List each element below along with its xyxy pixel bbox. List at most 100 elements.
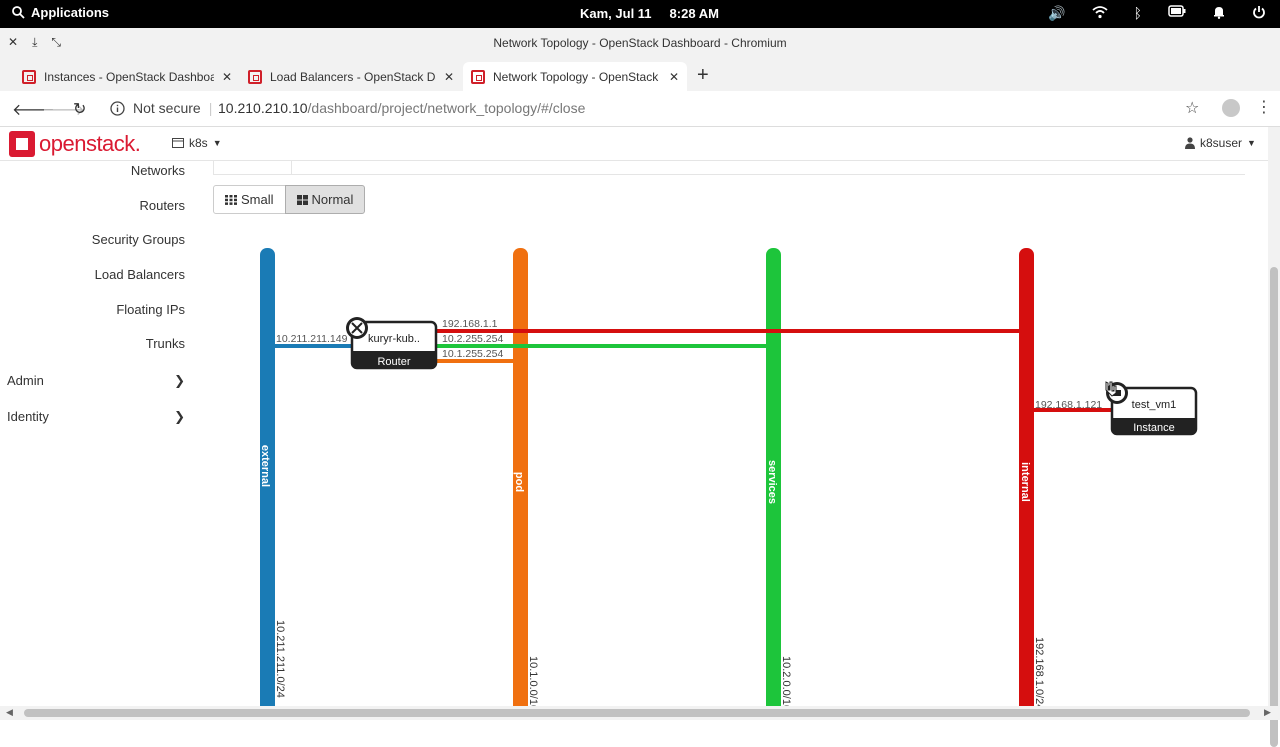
menu-dots-icon[interactable]: ⋮ bbox=[1256, 97, 1272, 117]
sidebar-group-label: Identity bbox=[7, 409, 49, 424]
router-icon bbox=[346, 317, 368, 339]
battery-icon[interactable] bbox=[1168, 5, 1186, 17]
caret-down-icon: ▼ bbox=[1247, 138, 1256, 148]
network-cidr-label: 10.211.211.0/24 bbox=[274, 620, 286, 698]
url-host: 10.210.210.10 bbox=[218, 100, 308, 116]
clock-time: 8:28 AM bbox=[669, 6, 719, 21]
port-ip-label: 10.211.211.149 bbox=[276, 333, 348, 345]
window-title-bar: ✕ ⤓ ⤡ Network Topology - OpenStack Dashb… bbox=[0, 28, 1280, 58]
clock-date: Kam, Jul 11 bbox=[580, 6, 652, 21]
info-icon bbox=[110, 100, 125, 116]
openstack-logo[interactable]: openstack. bbox=[9, 131, 141, 157]
network-internal[interactable]: internal 192.168.1.0/24 bbox=[1019, 248, 1045, 706]
search-icon bbox=[12, 6, 25, 19]
router-name: kuryr-kub.. bbox=[368, 333, 420, 345]
power-icon[interactable] bbox=[1252, 5, 1266, 19]
system-tray: 🔊 ᛒ bbox=[1048, 5, 1266, 22]
clock[interactable]: Kam, Jul 11 8:28 AM bbox=[580, 6, 719, 21]
sidebar-item-routers[interactable]: Routers bbox=[139, 198, 185, 213]
project-selector[interactable]: k8s ▼ bbox=[172, 136, 222, 150]
network-name-label: external bbox=[259, 445, 271, 487]
instance-name: test_vm1 bbox=[1132, 399, 1177, 411]
scroll-left-icon[interactable]: ◀ bbox=[6, 707, 13, 718]
openstack-header: openstack. k8s ▼ k8suser ▼ bbox=[0, 127, 1268, 161]
not-secure-label: Not secure bbox=[133, 100, 201, 116]
port-ip-label: 192.168.1.1 bbox=[442, 318, 498, 330]
applications-menu[interactable]: Applications bbox=[12, 5, 109, 20]
sidebar-item-floating-ips[interactable]: Floating IPs bbox=[116, 302, 185, 317]
sidebar-group-label: Admin bbox=[7, 373, 44, 388]
horizontal-scrollbar[interactable]: ◀ ▶ bbox=[0, 706, 1280, 720]
vertical-scrollbar-thumb[interactable] bbox=[1270, 267, 1278, 747]
network-services[interactable]: services 10.2.0.0/16 bbox=[766, 248, 792, 706]
network-cidr-label: 10.1.0.0/16 bbox=[527, 656, 539, 706]
network-external[interactable]: external 10.211.211.0/24 bbox=[259, 248, 286, 706]
openstack-logo-icon bbox=[9, 131, 35, 157]
close-tab-icon[interactable]: ✕ bbox=[222, 70, 232, 84]
router-node[interactable]: kuryr-kub.. Router bbox=[346, 317, 438, 370]
user-menu[interactable]: k8suser ▼ bbox=[1185, 136, 1256, 150]
normal-view-label: Normal bbox=[311, 192, 354, 207]
url-input[interactable]: 10.210.210.10/dashboard/project/network_… bbox=[218, 100, 585, 116]
router-type: Router bbox=[377, 356, 410, 368]
graph-tab-border bbox=[291, 161, 292, 175]
user-name: k8suser bbox=[1200, 136, 1243, 150]
volume-icon[interactable]: 🔊 bbox=[1048, 5, 1065, 22]
project-icon bbox=[172, 138, 184, 148]
wifi-icon[interactable] bbox=[1092, 5, 1108, 19]
project-name: k8s bbox=[189, 136, 208, 150]
tabs-underline bbox=[213, 174, 1245, 175]
sidebar-item-security-groups[interactable]: Security Groups bbox=[92, 232, 185, 247]
bluetooth-icon[interactable]: ᛒ bbox=[1134, 5, 1142, 22]
sidebar-item-networks[interactable]: Networks bbox=[131, 163, 185, 178]
address-bar: 🡐 🡒 ↻ Not secure | 10.210.210.10/dashboa… bbox=[0, 91, 1280, 127]
bookmark-star-icon[interactable]: ☆ bbox=[1185, 98, 1199, 118]
network-pod[interactable]: pod 10.1.0.0/16 bbox=[513, 248, 539, 706]
tab-label: Load Balancers - OpenStack Dashboard bbox=[270, 69, 436, 84]
url-path: /dashboard/project/network_topology/#/cl… bbox=[307, 100, 586, 116]
tab-instances[interactable]: Instances - OpenStack Dashboard ✕ bbox=[14, 62, 240, 91]
tab-load-balancers[interactable]: Load Balancers - OpenStack Dashboard ✕ bbox=[240, 62, 462, 91]
applications-label: Applications bbox=[31, 5, 110, 20]
tab-label: Instances - OpenStack Dashboard bbox=[44, 69, 214, 84]
tab-network-topology[interactable]: Network Topology - OpenStack Dashboard ✕ bbox=[463, 62, 687, 91]
close-tab-icon[interactable]: ✕ bbox=[444, 70, 454, 84]
window-title: Network Topology - OpenStack Dashboard -… bbox=[493, 36, 787, 50]
notifications-icon[interactable] bbox=[1212, 5, 1226, 19]
scroll-right-icon[interactable]: ▶ bbox=[1264, 707, 1271, 718]
topology-tab-border bbox=[213, 161, 214, 175]
port-ip-label: 10.1.255.254 bbox=[442, 348, 503, 360]
chevron-right-icon: ❯ bbox=[174, 409, 185, 424]
openstack-favicon-icon bbox=[22, 69, 36, 84]
sidebar-group-identity[interactable]: Identity ❯ bbox=[7, 409, 185, 425]
grid-large-icon bbox=[296, 194, 308, 205]
instance-type: Instance bbox=[1133, 422, 1175, 434]
network-topology-graph: external 10.211.211.0/24 pod 10.1.0.0/16… bbox=[259, 248, 1198, 706]
small-view-label: Small bbox=[241, 192, 274, 207]
system-top-bar: Applications Kam, Jul 11 8:28 AM 🔊 ᛒ bbox=[0, 0, 1280, 28]
openstack-favicon-icon bbox=[248, 69, 262, 84]
logo-text: openstack. bbox=[39, 131, 141, 156]
reload-icon[interactable]: ↻ bbox=[73, 99, 86, 119]
chevron-right-icon: ❯ bbox=[174, 373, 185, 388]
sidebar-group-admin[interactable]: Admin ❯ bbox=[7, 373, 185, 389]
normal-view-button[interactable]: Normal bbox=[284, 185, 366, 214]
horizontal-scrollbar-thumb[interactable] bbox=[24, 709, 1250, 717]
vertical-scrollbar[interactable] bbox=[1268, 127, 1280, 747]
small-view-button[interactable]: Small bbox=[213, 185, 286, 214]
port-ip-label: 192.168.1.121 bbox=[1035, 399, 1102, 411]
network-name-label: services bbox=[766, 460, 778, 504]
instance-node[interactable]: test_vm1 Instance bbox=[1106, 382, 1198, 436]
grid-small-icon bbox=[225, 194, 237, 205]
sidebar-item-load-balancers[interactable]: Load Balancers bbox=[95, 267, 185, 282]
port-ip-label: 10.2.255.254 bbox=[442, 333, 503, 345]
tab-strip: Instances - OpenStack Dashboard ✕ Load B… bbox=[0, 58, 1280, 91]
user-icon bbox=[1185, 137, 1195, 149]
tab-label: Network Topology - OpenStack Dashboard bbox=[493, 69, 661, 84]
profile-avatar[interactable] bbox=[1222, 99, 1240, 117]
close-tab-icon[interactable]: ✕ bbox=[669, 70, 679, 84]
new-tab-icon[interactable]: + bbox=[697, 64, 709, 87]
site-info[interactable]: Not secure | bbox=[110, 100, 212, 116]
sidebar-item-trunks[interactable]: Trunks bbox=[146, 336, 185, 351]
sidebar: Networks Routers Security Groups Load Ba… bbox=[0, 161, 200, 706]
